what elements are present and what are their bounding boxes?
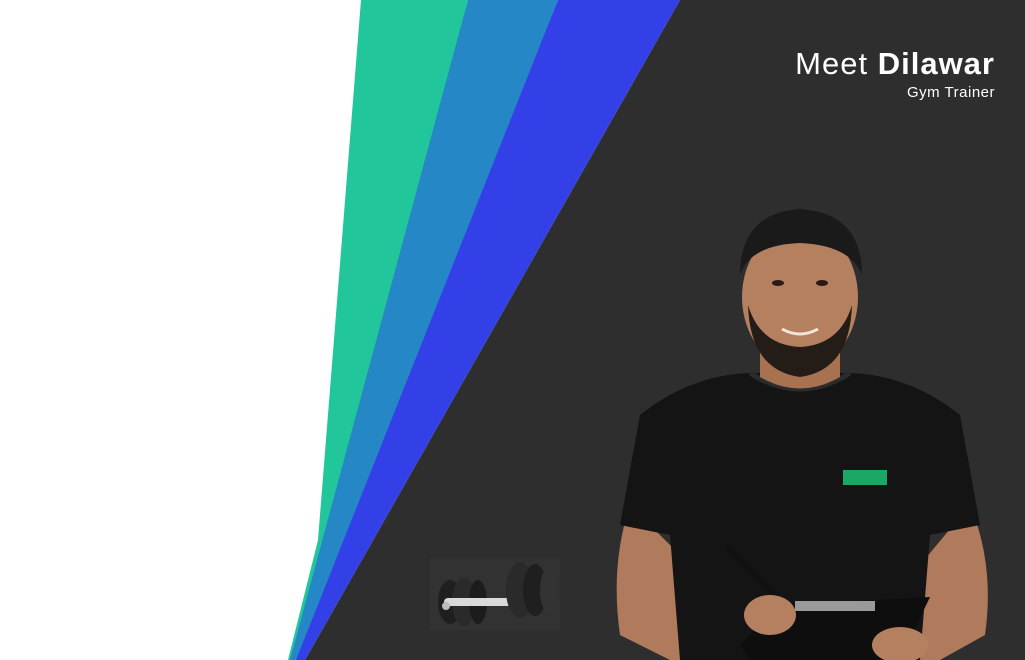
page-title: Meet Dilawar bbox=[795, 46, 995, 82]
title-name: Dilawar bbox=[877, 46, 995, 81]
page-header: Meet Dilawar Gym Trainer bbox=[795, 46, 995, 101]
trainer-photo bbox=[616, 209, 988, 660]
dumbbell-icon bbox=[430, 558, 560, 630]
trainer-role: Gym Trainer bbox=[906, 84, 995, 101]
title-meet: Meet bbox=[795, 46, 869, 81]
hero-banner: Meet Dilawar Gym Trainer bbox=[0, 0, 1025, 660]
